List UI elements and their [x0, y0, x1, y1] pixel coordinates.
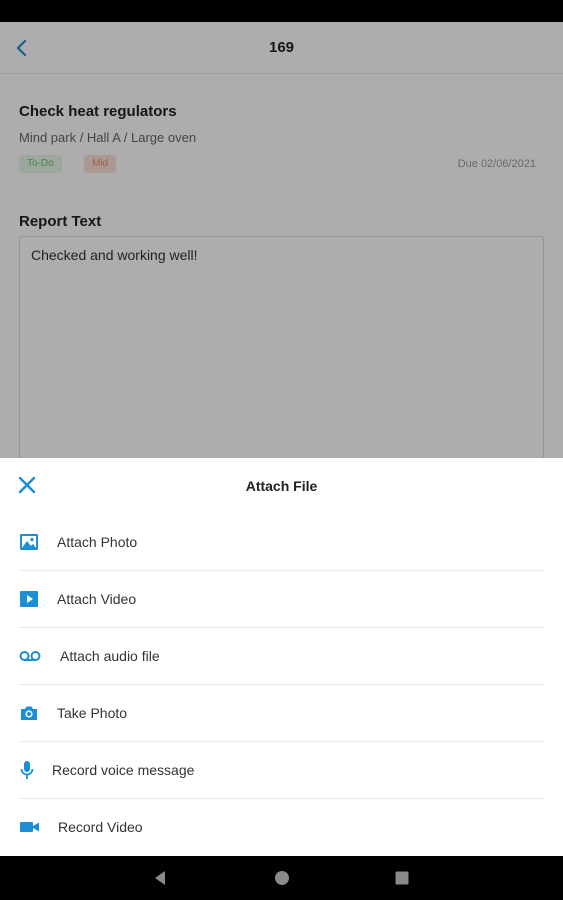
menu-item-label: Record Video [58, 819, 143, 835]
record-voice-option[interactable]: Record voice message [19, 742, 544, 799]
modal-scrim[interactable] [0, 22, 563, 458]
menu-item-label: Take Photo [57, 705, 128, 721]
camera-icon [21, 706, 37, 720]
record-video-option[interactable]: Record Video [19, 799, 544, 856]
attach-photo-option[interactable]: Attach Photo [19, 514, 544, 571]
menu-item-label: Attach Video [57, 591, 137, 607]
menu-item-label: Attach Photo [57, 534, 138, 550]
nav-home-icon[interactable] [272, 868, 292, 888]
attach-audio-option[interactable]: Attach audio file [19, 628, 544, 685]
menu-item-label: Attach audio file [60, 648, 160, 664]
sheet-title: Attach File [245, 478, 318, 494]
voicemail-icon [19, 651, 41, 661]
system-navigation-bar [0, 856, 563, 900]
microphone-icon [20, 761, 34, 779]
image-icon [20, 534, 38, 550]
status-bar [0, 0, 563, 22]
video-file-icon [20, 591, 38, 607]
attach-file-sheet: Attach File Attach Photo Attach Video At… [0, 458, 563, 856]
nav-recents-icon[interactable] [392, 868, 412, 888]
menu-item-label: Record voice message [52, 762, 195, 778]
attach-video-option[interactable]: Attach Video [19, 571, 544, 628]
take-photo-option[interactable]: Take Photo [19, 685, 544, 742]
videocam-icon [20, 822, 39, 832]
nav-back-icon[interactable] [151, 868, 171, 888]
